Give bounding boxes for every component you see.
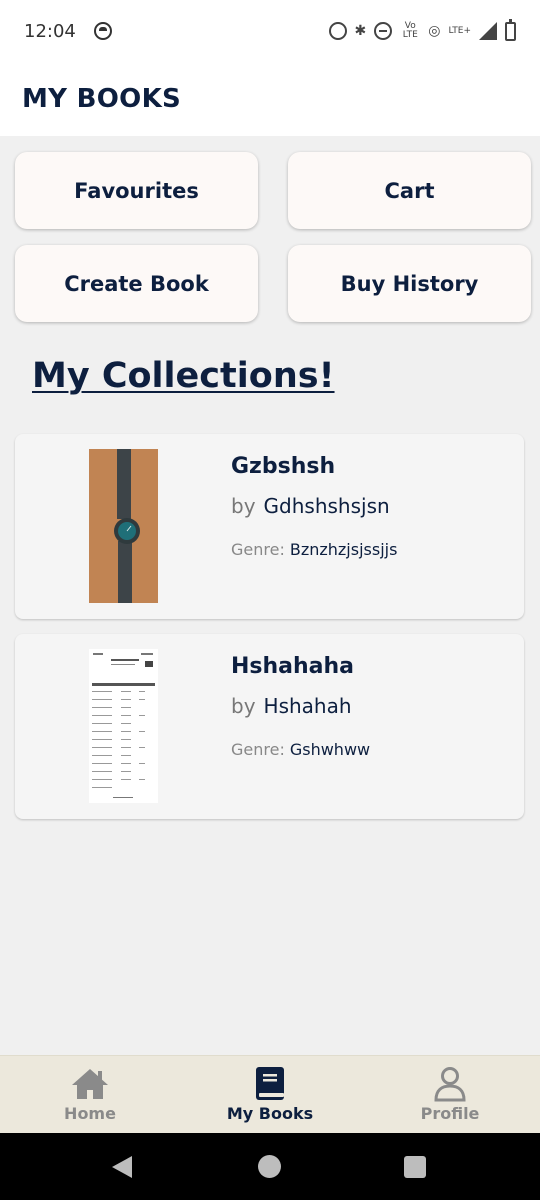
home-circle-icon[interactable] [258, 1155, 281, 1178]
book-cover-image [89, 449, 158, 603]
status-time: 12:04 [24, 20, 76, 42]
book-author: by Gdhshshsjsn [231, 494, 390, 518]
book-genre-value: Bznzhzjsjssjjs [289, 540, 398, 559]
do-not-disturb-icon [374, 22, 393, 40]
book-author-name: Hshahah [263, 694, 352, 718]
book-author-name: Gdhshshsjsn [263, 494, 390, 518]
battery-charging-icon [505, 18, 516, 41]
status-icons: ✱ Vo LTE ◎ LTE+ [328, 18, 516, 41]
system-navigation-bar [0, 1133, 540, 1200]
buy-history-button[interactable]: Buy History [288, 245, 531, 322]
volte-icon: Vo LTE [402, 21, 418, 40]
home-icon [72, 1069, 108, 1099]
back-icon[interactable] [112, 1156, 132, 1178]
book-author: by Hshahah [231, 694, 352, 718]
genre-label: Genre: [231, 540, 285, 559]
book-genre: Genre: Bznzhzjsjssjjs [231, 540, 397, 559]
nav-my-books-label: My Books [226, 1104, 314, 1123]
page-title: MY BOOKS [22, 84, 182, 114]
status-bar: 12:04 ✱ Vo LTE ◎ LTE+ [0, 0, 540, 62]
app-bar: MY BOOKS [0, 62, 540, 136]
nav-profile[interactable]: Profile [360, 1056, 540, 1133]
book-icon [256, 1067, 284, 1100]
book-genre: Genre: Gshwhww [231, 740, 370, 759]
recent-apps-icon[interactable] [404, 1156, 426, 1178]
book-card[interactable]: Gzbshsh by Gdhshshsjsn Genre: Bznzhzjsjssj… [15, 434, 524, 619]
profile-icon [434, 1067, 466, 1102]
nav-home[interactable]: Home [0, 1056, 180, 1133]
signal-icon [479, 22, 497, 40]
book-title: Hshahaha [231, 654, 355, 679]
book-cover-image [89, 649, 158, 803]
book-title: Gzbshsh [231, 454, 336, 479]
cart-button[interactable]: Cart [288, 152, 531, 229]
genre-label: Genre: [231, 740, 285, 759]
lte-icon: LTE+ [448, 25, 472, 36]
bluetooth-icon: ✱ [354, 23, 367, 39]
nav-profile-label: Profile [420, 1104, 480, 1123]
book-genre-value: Gshwhww [289, 740, 371, 759]
hotspot-icon: ◎ [428, 23, 441, 39]
nav-home-label: Home [64, 1104, 116, 1123]
bottom-navigation: Home My Books Profile [0, 1055, 540, 1133]
nav-my-books[interactable]: My Books [180, 1056, 360, 1133]
book-card[interactable]: Hshahaha by Hshahah Genre: Gshwhww [15, 634, 524, 819]
by-label: by [231, 494, 256, 518]
by-label: by [231, 694, 256, 718]
create-book-button[interactable]: Create Book [15, 245, 258, 322]
app-notification-icon [93, 22, 112, 40]
favourites-button[interactable]: Favourites [15, 152, 258, 229]
collections-title: My Collections! [32, 356, 335, 396]
alarm-icon [328, 22, 347, 40]
